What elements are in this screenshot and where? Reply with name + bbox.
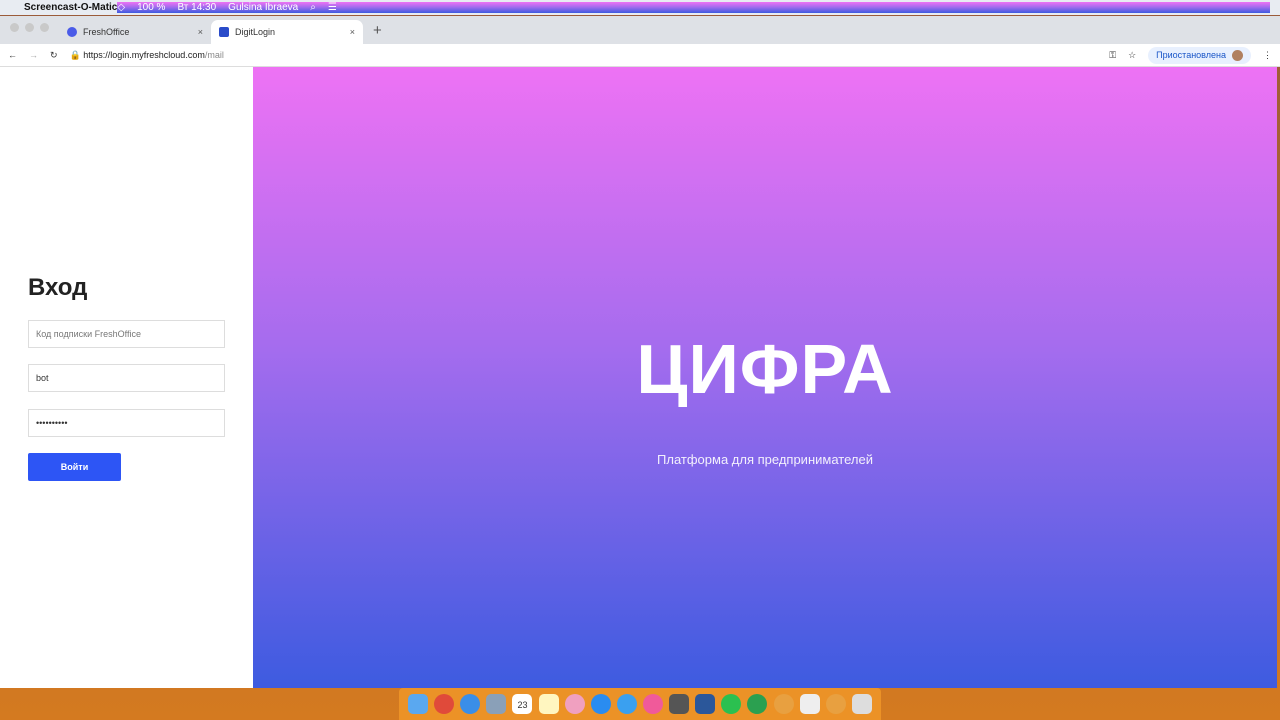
- password-input[interactable]: ••••••••••: [28, 409, 225, 437]
- menu-bar: Screencast-O-Matic ◇ 100 % Вт 14:30 Guls…: [0, 0, 1280, 15]
- browser-toolbar: ← → ↻ 🔒 https://login.myfreshcloud.com/m…: [0, 44, 1280, 67]
- url-host: https://login.myfreshcloud.com: [83, 49, 205, 60]
- battery-status[interactable]: 100 %: [137, 2, 165, 13]
- login-panel: Вход Код подписки FreshOffice bot ••••••…: [0, 67, 253, 688]
- wifi-icon[interactable]: ◇: [117, 2, 125, 13]
- calendar-icon[interactable]: 23: [512, 694, 533, 714]
- whatsapp-icon[interactable]: [721, 694, 742, 714]
- login-button[interactable]: Войти: [28, 453, 121, 481]
- freshoffice-icon: [67, 27, 77, 37]
- photos-icon[interactable]: [564, 694, 585, 714]
- tab-label: DigitLogin: [235, 27, 276, 37]
- chrome-icon[interactable]: [434, 694, 455, 714]
- profile-label: Приостановлена: [1156, 50, 1226, 60]
- preview-icon[interactable]: [486, 694, 507, 714]
- close-icon[interactable]: ×: [350, 27, 355, 37]
- messages-icon[interactable]: [616, 694, 637, 714]
- new-tab-button[interactable]: +: [373, 22, 382, 39]
- app-icon[interactable]: [825, 694, 846, 714]
- word-icon[interactable]: [695, 694, 716, 714]
- tab-bar: FreshOffice × DigitLogin × +: [0, 16, 1280, 44]
- dock: 23: [399, 688, 881, 720]
- reload-icon[interactable]: ↻: [50, 50, 58, 61]
- window-controls[interactable]: [10, 23, 49, 32]
- list-icon[interactable]: ☰: [328, 2, 337, 13]
- tab-label: FreshOffice: [83, 27, 130, 37]
- app-icon[interactable]: [773, 694, 794, 714]
- user-name[interactable]: Gulsina Ibraeva: [228, 2, 298, 13]
- close-icon[interactable]: ×: [198, 27, 203, 37]
- subscription-code-input[interactable]: Код подписки FreshOffice: [28, 320, 225, 348]
- back-icon[interactable]: ←: [8, 50, 17, 60]
- more-icon[interactable]: ⋮: [1263, 50, 1272, 61]
- tagline: Платформа для предпринимателей: [657, 452, 873, 467]
- tab-freshoffice[interactable]: FreshOffice ×: [59, 20, 211, 44]
- document-icon[interactable]: [799, 694, 820, 714]
- login-title: Вход: [28, 274, 88, 301]
- key-icon[interactable]: ⚿: [1109, 50, 1116, 61]
- trash-icon[interactable]: [851, 694, 872, 714]
- digitlogin-icon: [219, 27, 229, 37]
- tab-digitlogin[interactable]: DigitLogin ×: [211, 20, 363, 44]
- hero-panel: ЦИФРА Платформа для предпринимателей: [253, 67, 1277, 688]
- safari-icon[interactable]: [460, 694, 481, 714]
- system-preferences-icon[interactable]: [669, 694, 690, 714]
- search-icon[interactable]: ⌕: [310, 2, 316, 13]
- app-icon[interactable]: [747, 694, 768, 714]
- app-name[interactable]: Screencast-O-Matic: [24, 2, 117, 13]
- brand-title: ЦИФРА: [636, 330, 894, 408]
- profile-button[interactable]: Приостановлена: [1148, 46, 1251, 64]
- page: Вход Код подписки FreshOffice bot ••••••…: [0, 67, 1277, 688]
- finder-icon[interactable]: [408, 694, 429, 714]
- avatar: [1232, 49, 1243, 61]
- clock[interactable]: Вт 14:30: [177, 2, 216, 13]
- star-icon[interactable]: ☆: [1128, 50, 1136, 61]
- music-icon[interactable]: [643, 694, 664, 714]
- address-bar[interactable]: 🔒 https://login.myfreshcloud.com/mail: [70, 50, 224, 61]
- notes-icon[interactable]: [538, 694, 559, 714]
- url-path: /mail: [204, 49, 224, 60]
- app-store-icon[interactable]: [590, 694, 611, 714]
- forward-icon[interactable]: →: [29, 50, 38, 60]
- username-input[interactable]: bot: [28, 364, 225, 392]
